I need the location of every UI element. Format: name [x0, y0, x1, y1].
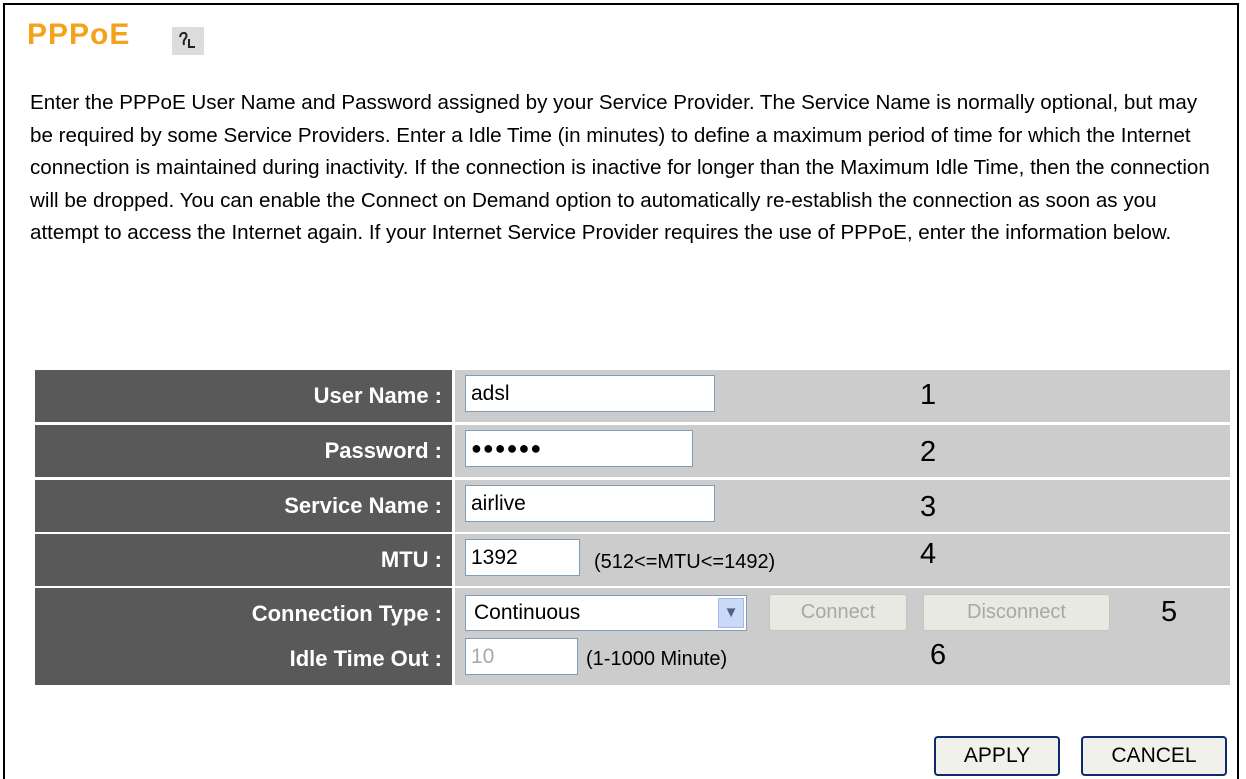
mtu-cell: 1392 (512<=MTU<=1492) 4 — [455, 534, 1230, 586]
apply-button[interactable]: APPLY — [934, 736, 1060, 776]
mtu-label: MTU : — [35, 534, 452, 586]
service-name-input[interactable]: airlive — [465, 485, 715, 522]
password-label: Password : — [35, 425, 452, 477]
marker-5: 5 — [1161, 596, 1178, 628]
connection-type-selected: Continuous — [474, 601, 581, 624]
idle-time-out-input[interactable]: 10 — [465, 638, 578, 675]
mtu-input[interactable]: 1392 — [465, 539, 580, 576]
user-name-row: User Name : adsl 1 — [35, 370, 1230, 422]
marker-6: 6 — [930, 639, 947, 671]
mtu-hint: (512<=MTU<=1492) — [594, 551, 776, 573]
idle-time-out-row: Idle Time Out : 10 (1-1000 Minute) 6 — [35, 633, 1230, 685]
marker-1: 1 — [920, 379, 937, 411]
page-description: Enter the PPPoE User Name and Password a… — [30, 91, 1210, 244]
help-icon[interactable] — [172, 27, 204, 55]
disconnect-button[interactable]: Disconnect — [923, 594, 1110, 631]
service-name-row: Service Name : airlive 3 — [35, 480, 1230, 532]
idle-time-out-label: Idle Time Out : — [35, 633, 452, 685]
connection-type-select[interactable]: Continuous ▼ — [465, 595, 747, 631]
service-name-label: Service Name : — [35, 480, 452, 532]
idle-time-out-cell: 10 (1-1000 Minute) 6 — [455, 633, 1230, 685]
user-name-input[interactable]: adsl — [465, 375, 715, 412]
password-cell: ●●●●●● 2 — [455, 425, 1230, 477]
user-name-cell: adsl 1 — [455, 370, 1230, 422]
cancel-button[interactable]: CANCEL — [1081, 736, 1227, 776]
chevron-down-icon[interactable]: ▼ — [718, 598, 744, 628]
password-input[interactable]: ●●●●●● — [465, 430, 693, 467]
mtu-row: MTU : 1392 (512<=MTU<=1492) 4 — [35, 534, 1230, 586]
marker-3: 3 — [920, 491, 937, 523]
marker-2: 2 — [920, 436, 937, 468]
service-name-cell: airlive 3 — [455, 480, 1230, 532]
idle-time-out-hint: (1-1000 Minute) — [586, 648, 728, 670]
page-title: PPPoE — [27, 18, 131, 51]
user-name-label: User Name : — [35, 370, 452, 422]
marker-4: 4 — [920, 538, 937, 570]
connect-button[interactable]: Connect — [769, 594, 907, 631]
password-row: Password : ●●●●●● 2 — [35, 425, 1230, 477]
